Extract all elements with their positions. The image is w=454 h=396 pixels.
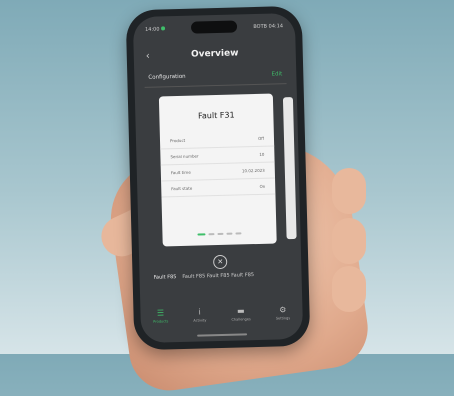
tab-settings[interactable]: ⚙ Settings — [275, 305, 290, 320]
page-indicator[interactable] — [162, 231, 276, 236]
gear-icon: ⚙ — [279, 304, 287, 314]
divider — [144, 83, 287, 88]
card-title: Fault F31 — [197, 110, 235, 121]
detail-key: Fault state — [171, 185, 193, 192]
tab-challenges[interactable]: ▬ Challenges — [231, 305, 251, 322]
status-indicators: BOTB 04:14 — [253, 23, 284, 31]
detail-value: 10.02.2023 — [241, 167, 265, 174]
detail-value: Off — [258, 135, 265, 141]
finger — [332, 218, 366, 264]
fault-text: Fault F85 Fault F85 Fault F85 — [182, 272, 255, 280]
configuration-row: Configuration Edit — [148, 71, 282, 81]
info-icon: ⅰ — [198, 306, 201, 317]
detail-value: On — [259, 183, 266, 189]
finger — [332, 168, 366, 214]
card-details: Product Off Serial number 10 Fault time … — [159, 130, 276, 198]
configuration-label: Configuration — [148, 73, 186, 81]
edit-link[interactable]: Edit — [272, 71, 283, 77]
finger — [332, 266, 366, 312]
page-dot[interactable] — [197, 233, 206, 236]
header: ‹ Overview — [134, 43, 296, 65]
fault-summary: Fault F85 Fault F85 Fault F85 Fault F85 — [154, 271, 292, 281]
tab-products[interactable]: ☰ Products — [153, 307, 169, 324]
tab-activity[interactable]: ⅰ Activity — [193, 307, 206, 322]
list-icon: ☰ — [156, 307, 165, 318]
tab-label: Challenges — [231, 316, 251, 322]
close-icon[interactable]: ✕ — [213, 254, 228, 270]
detail-row: Fault state On — [161, 178, 276, 198]
tab-label: Activity — [193, 317, 207, 323]
detail-key: Serial number — [170, 153, 199, 160]
next-card-peek[interactable] — [282, 97, 297, 240]
detail-key: Product — [169, 137, 186, 144]
fault-label: Fault F85 — [153, 274, 177, 281]
page-dot[interactable] — [208, 233, 215, 236]
page-dot[interactable] — [226, 232, 233, 235]
page-title: Overview — [190, 48, 239, 60]
tab-label: Products — [153, 318, 169, 324]
phone: 14:00 BOTB 04:14 ‹ Overview Configuratio… — [125, 5, 311, 351]
status-bar: 14:00 BOTB 04:14 — [145, 23, 283, 37]
page-dot[interactable] — [217, 232, 224, 236]
tab-bar: ☰ Products ⅰ Activity ▬ Challenges ⚙ Set… — [140, 299, 303, 329]
detail-value: 10 — [259, 151, 265, 157]
folder-icon: ▬ — [236, 305, 245, 316]
detail-key: Fault time — [170, 169, 191, 176]
tab-label: Settings — [275, 315, 291, 321]
home-indicator[interactable] — [197, 333, 248, 337]
fault-card[interactable]: Fault F31 Product Off Serial number 10 F… — [158, 93, 277, 247]
back-icon[interactable]: ‹ — [146, 50, 150, 61]
page-dot[interactable] — [235, 232, 242, 235]
status-time: 14:00 — [145, 26, 166, 37]
phone-screen: 14:00 BOTB 04:14 ‹ Overview Configuratio… — [132, 12, 304, 344]
